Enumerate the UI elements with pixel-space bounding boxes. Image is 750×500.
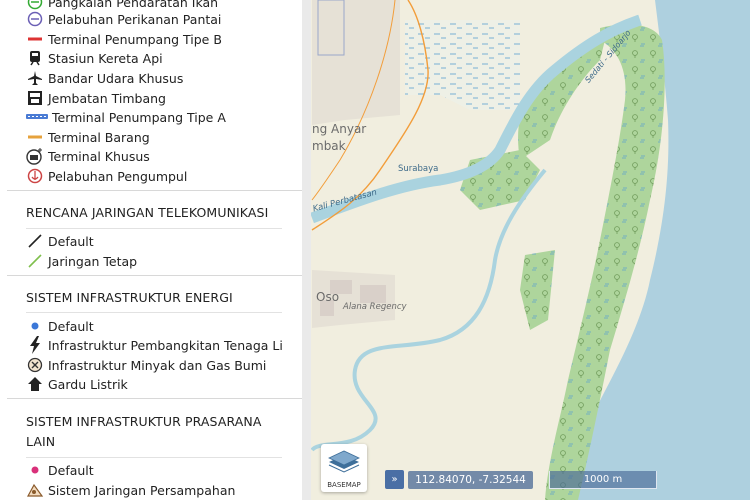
legend-label: Jembatan Timbang	[48, 90, 166, 106]
cargo-terminal-icon	[26, 128, 44, 146]
legend-item[interactable]: Default	[26, 461, 282, 479]
legend-label: Pelabuhan Perikanan Pantai	[48, 11, 222, 27]
collector-port-icon	[26, 167, 44, 185]
terminal-b-icon	[26, 30, 44, 48]
waterway-label: Surabaya	[398, 164, 439, 174]
legend-label: Pangkalan Pendaratan Ikan	[48, 0, 219, 10]
legend-item[interactable]: Gardu Listrik	[26, 375, 282, 393]
legend-label: Default	[48, 318, 94, 334]
section-title-telekomunikasi: RENCANA JARINGAN TELEKOMUNIKASI	[26, 205, 269, 220]
place-label: Alana Regency	[343, 302, 407, 312]
legend-item[interactable]: Bandar Udara Khusus	[26, 69, 282, 87]
default-line-icon	[26, 232, 44, 250]
place-label: ng Anyar	[312, 122, 367, 136]
lightning-icon	[26, 336, 44, 354]
legend-label: Sistem Jaringan Persampahan	[48, 482, 236, 498]
legend-item[interactable]: Terminal Penumpang Tipe A	[26, 108, 282, 126]
basemap-button[interactable]: BASEMAP	[321, 444, 367, 492]
airplane-icon	[26, 69, 44, 87]
legend-label: Terminal Penumpang Tipe B	[48, 31, 222, 47]
default-dot-pink-icon	[26, 461, 44, 479]
coordinate-readout: 112.84070, -7.32544	[408, 471, 533, 489]
layers-icon	[328, 450, 360, 473]
terminal-a-icon	[26, 108, 48, 126]
legend-label: Bandar Udara Khusus	[48, 70, 184, 86]
legend-label: Stasiun Kereta Api	[48, 50, 163, 66]
legend-item[interactable]: Terminal Penumpang Tipe B	[26, 30, 282, 48]
train-icon	[26, 49, 44, 67]
legend-item[interactable]: Jembatan Timbang	[26, 89, 282, 107]
legend-label: Pelabuhan Pengumpul	[48, 168, 188, 184]
section-divider	[7, 190, 302, 191]
legend-item[interactable]: Pelabuhan Perikanan Pantai	[26, 10, 282, 28]
section-rule	[26, 312, 282, 313]
legend-label: Terminal Barang	[48, 129, 150, 145]
legend-label: Terminal Penumpang Tipe A	[52, 109, 226, 125]
weighbridge-icon	[26, 89, 44, 107]
legend-item[interactable]: Terminal Barang	[26, 128, 282, 146]
legend-label: Default	[48, 462, 94, 478]
waste-system-icon	[26, 481, 44, 499]
legend-item[interactable]: Default	[26, 317, 282, 335]
legend-label: Gardu Listrik	[48, 376, 128, 392]
default-dot-icon	[26, 317, 44, 335]
legend-item[interactable]: Jaringan Tetap	[26, 252, 282, 270]
legend-item[interactable]: Pelabuhan Pengumpul	[26, 167, 282, 185]
section-rule	[26, 228, 282, 229]
legend-item[interactable]: Terminal Khusus	[26, 147, 282, 165]
section-divider	[7, 275, 302, 276]
expand-button[interactable]: »	[385, 470, 404, 489]
legend-label: Infrastruktur Pembangkitan Tenaga Listri…	[48, 337, 282, 353]
legend-label: Infrastruktur Minyak dan Gas Bumi	[48, 357, 267, 373]
scale-bar: 1000 m	[549, 471, 657, 489]
special-terminal-icon	[26, 147, 44, 165]
substation-icon	[26, 375, 44, 393]
section-rule	[26, 457, 282, 458]
section-divider	[7, 398, 302, 399]
place-label: mbak	[312, 139, 346, 153]
section-title-prasarana: SISTEM INFRASTRUKTUR PRASARANA LAIN	[26, 414, 262, 449]
legend-item[interactable]: Stasiun Kereta Api	[26, 49, 282, 67]
legend-panel[interactable]: Pangkalan Pendaratan Ikan Pelabuhan Peri…	[0, 0, 303, 500]
coastal-fishing-port-icon	[26, 10, 44, 28]
legend-item[interactable]: Infrastruktur Minyak dan Gas Bumi	[26, 356, 282, 374]
legend-label: Terminal Khusus	[48, 148, 150, 164]
legend-scrollbar[interactable]	[302, 0, 311, 500]
legend-item[interactable]: Default	[26, 232, 282, 250]
fixed-network-line-icon	[26, 252, 44, 270]
legend-item[interactable]: Sistem Jaringan Persampahan	[26, 481, 282, 499]
section-title-energi: SISTEM INFRASTRUKTUR ENERGI	[26, 290, 233, 305]
basemap-label: BASEMAP	[327, 481, 361, 489]
legend-label: Default	[48, 233, 94, 249]
legend-item[interactable]: Infrastruktur Pembangkitan Tenaga Listri…	[26, 336, 282, 354]
oil-gas-icon	[26, 356, 44, 374]
place-label: Oso	[316, 290, 340, 304]
legend-label: Jaringan Tetap	[48, 253, 138, 269]
